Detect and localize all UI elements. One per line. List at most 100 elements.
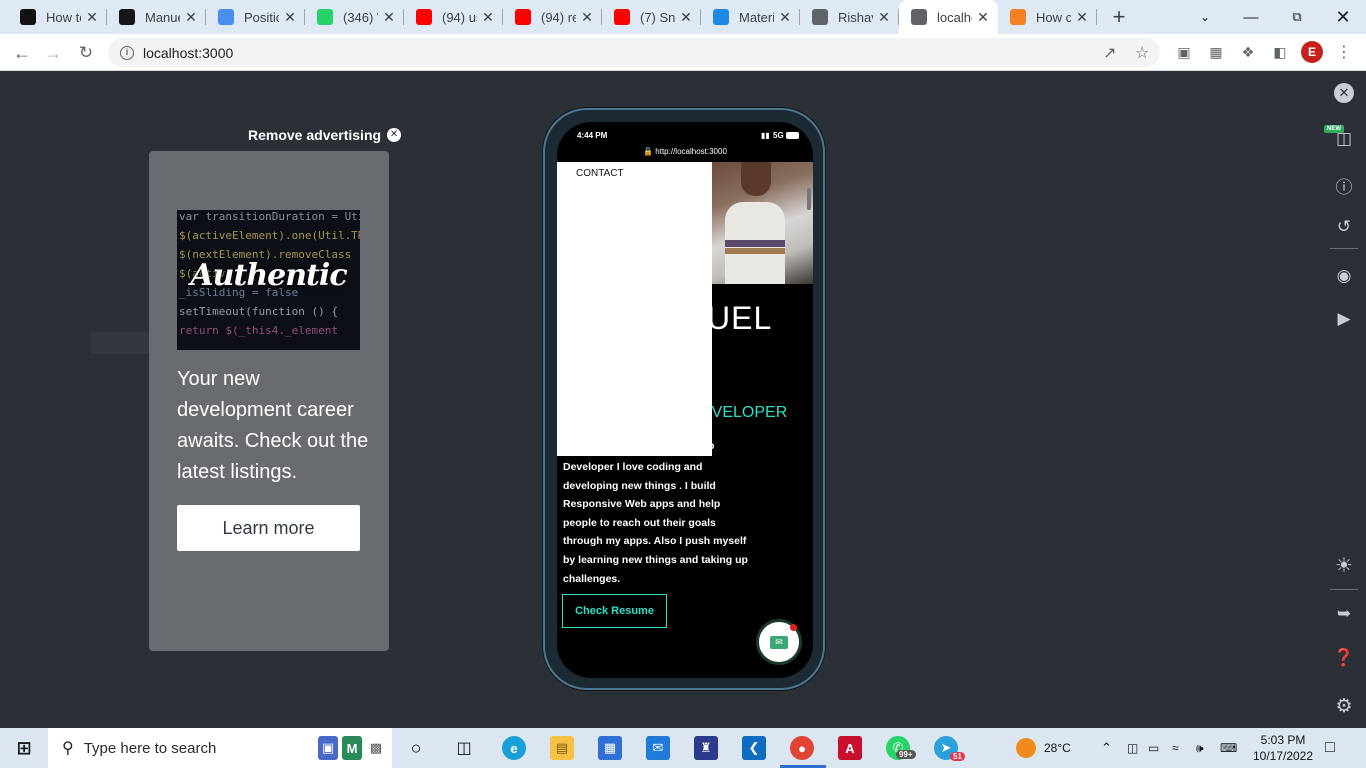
notifications-icon[interactable]: □: [1325, 728, 1335, 768]
phone-scrollbar[interactable]: [807, 188, 811, 210]
tab-close-icon[interactable]: ✕: [778, 9, 792, 26]
browser-tab[interactable]: (94) re ✕: [503, 0, 602, 34]
tab-title: (94) us: [442, 9, 477, 25]
mui-icon: [713, 9, 729, 25]
settings-gear-icon[interactable]: ⚙: [1332, 694, 1356, 718]
browser-tab[interactable]: How c ✕: [998, 0, 1097, 34]
tab-close-icon[interactable]: ✕: [679, 9, 693, 26]
browser-tab[interactable]: Rishav✕: [800, 0, 899, 34]
close-icon[interactable]: ✕: [1334, 83, 1354, 103]
remove-advertising-link[interactable]: Remove advertising ✕: [248, 127, 402, 143]
tab-close-icon[interactable]: ✕: [877, 9, 891, 26]
profile-avatar[interactable]: E: [1301, 41, 1323, 63]
video-icon[interactable]: ▶: [1332, 307, 1356, 331]
bookmark-star-icon[interactable]: ☆: [1135, 43, 1149, 63]
phone-url-bar: 🔒 http://localhost:3000: [643, 147, 727, 156]
minimize-button[interactable]: —: [1228, 0, 1274, 34]
brightness-icon[interactable]: ☀: [1332, 553, 1356, 577]
search-highlight-icon-2[interactable]: M: [342, 736, 362, 760]
tab-title: How to: [46, 9, 81, 25]
info-icon[interactable]: ⓘ: [1332, 173, 1356, 197]
hero-role: EVELOPER: [701, 404, 788, 421]
extensions-puzzle-icon[interactable]: ❖: [1238, 42, 1258, 62]
tab-title: (346) W: [343, 9, 378, 25]
tray-chevron-icon[interactable]: ⌃: [1101, 728, 1112, 768]
chrome-icon[interactable]: ●: [790, 736, 814, 760]
check-resume-button[interactable]: Check Resume: [562, 594, 667, 628]
task-view-icon[interactable]: ◫: [452, 736, 476, 760]
reload-button[interactable]: ↻: [73, 40, 99, 66]
restore-button[interactable]: ⧉: [1274, 0, 1320, 34]
volume-icon[interactable]: 🕪: [1196, 728, 1204, 768]
browser-tab[interactable]: (346) W✕: [305, 0, 404, 34]
photo-face: [741, 162, 771, 196]
youtube-icon: [515, 9, 531, 25]
wifi-icon[interactable]: ≈: [1172, 728, 1179, 768]
browser-tab[interactable]: (7) Snc✕: [602, 0, 701, 34]
close-window-button[interactable]: ✕: [1320, 0, 1366, 34]
new-tab-button[interactable]: +: [1106, 4, 1132, 30]
browser-tab[interactable]: Materi ✕: [701, 0, 800, 34]
tab-close-icon[interactable]: ✕: [184, 9, 198, 26]
share-icon[interactable]: ↗: [1103, 43, 1116, 63]
contact-fab[interactable]: ✉: [756, 619, 802, 665]
nav-item-contact[interactable]: CONTACT: [576, 168, 624, 179]
taskbar-search[interactable]: ⚲ Type here to search: [48, 728, 392, 768]
mail-icon[interactable]: ✉: [646, 736, 670, 760]
tab-title: How c: [1036, 9, 1071, 25]
search-highlight-icon[interactable]: ▣: [318, 736, 338, 760]
tab-close-icon[interactable]: ✕: [1075, 9, 1089, 26]
back-button[interactable]: ←: [9, 40, 35, 66]
vscode-icon[interactable]: ❮: [742, 736, 766, 760]
tab-close-icon[interactable]: ✕: [85, 9, 99, 26]
help-icon[interactable]: ❓: [1332, 646, 1356, 670]
bio-text: Developer I love coding and developing n…: [563, 440, 753, 588]
browser-tab[interactable]: localho✕: [899, 0, 998, 34]
ad-code-line: return $(_this4._element: [179, 324, 338, 337]
windows-start-icon[interactable]: ⊞: [12, 736, 36, 760]
taskbar-clock[interactable]: 5:03 PM 10/17/2022: [1245, 732, 1321, 764]
tab-close-icon[interactable]: ✕: [481, 9, 495, 26]
address-bar[interactable]: i localhost:3000: [108, 38, 1160, 67]
search-highlight-icon-3[interactable]: ▩: [366, 736, 386, 760]
app-shield-icon[interactable]: ♜: [694, 736, 718, 760]
tab-close-icon[interactable]: ✕: [580, 9, 594, 26]
extension-icon-2[interactable]: ▦: [1206, 42, 1226, 62]
microsoft-store-icon[interactable]: ▦: [598, 736, 622, 760]
browser-toolbar: ← → ↻ i localhost:3000 ↗ ☆ ▣ ▦ ❖ ◧ E ⋮: [0, 34, 1366, 71]
extension-icon-1[interactable]: ▣: [1174, 42, 1194, 62]
weather-temp: 28°C: [1044, 741, 1071, 755]
file-explorer-icon[interactable]: ▤: [550, 736, 574, 760]
tab-close-icon[interactable]: ✕: [283, 9, 297, 26]
browser-tab[interactable]: Positic ✕: [206, 0, 305, 34]
tab-title: Rishav: [838, 9, 873, 25]
site-info-icon[interactable]: i: [120, 45, 134, 60]
advertisement-card: var transitionDuration = Util $(activeEle…: [149, 151, 389, 651]
battery-icon[interactable]: ▭: [1148, 728, 1159, 768]
share-icon[interactable]: ➥: [1332, 602, 1356, 626]
tray-device-icon[interactable]: ◫: [1127, 728, 1138, 768]
tab-search-icon[interactable]: ⌄: [1182, 0, 1228, 34]
keyboard-icon[interactable]: ⌨: [1220, 728, 1237, 768]
device-layout-icon[interactable]: ◫: [1332, 127, 1356, 151]
browser-tab[interactable]: Manue✕: [107, 0, 206, 34]
menu-dots-icon[interactable]: ⋮: [1334, 42, 1354, 62]
acrobat-icon[interactable]: A: [838, 736, 862, 760]
browser-tab[interactable]: (94) us✕: [404, 0, 503, 34]
tab-close-icon[interactable]: ✕: [976, 9, 990, 26]
close-circle-icon[interactable]: ✕: [387, 128, 402, 142]
phone-signal-icon: ▮▮: [761, 131, 770, 140]
tab-close-icon[interactable]: ✕: [382, 9, 396, 26]
weather-widget[interactable]: 28°C: [1016, 728, 1071, 768]
remove-advertising-label: Remove advertising: [248, 127, 382, 143]
cortana-icon[interactable]: ○: [404, 736, 428, 760]
profile-photo: [707, 162, 813, 284]
rotate-icon[interactable]: ↺: [1332, 215, 1356, 239]
browser-tab[interactable]: How to✕: [8, 0, 107, 34]
learn-more-button[interactable]: Learn more: [177, 505, 360, 551]
hero-name: UEL: [707, 300, 773, 336]
edge-icon[interactable]: e: [502, 736, 526, 760]
side-panel-icon[interactable]: ◧: [1270, 42, 1290, 62]
camera-icon[interactable]: ◉: [1332, 264, 1356, 288]
forward-button[interactable]: →: [40, 40, 66, 66]
